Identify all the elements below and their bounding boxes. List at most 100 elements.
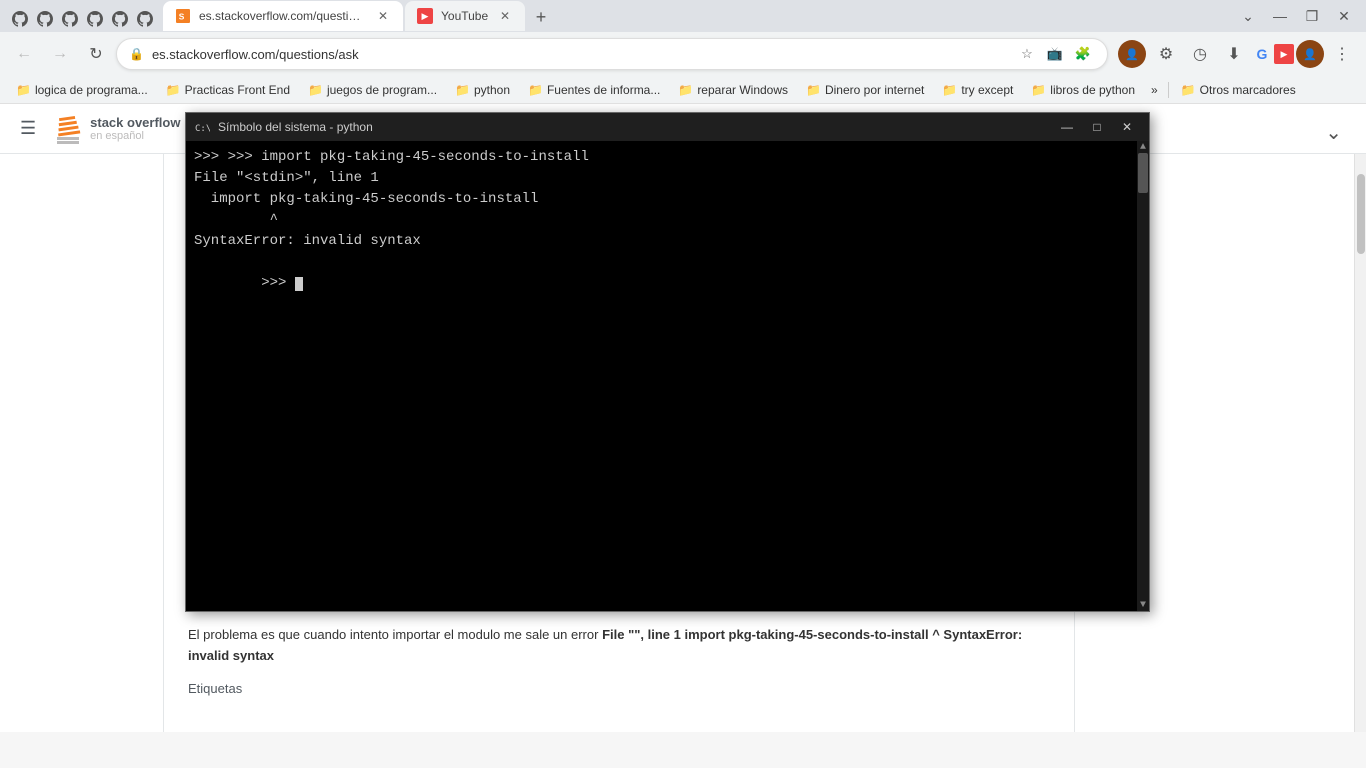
so-logo-text: stack overflow en español: [90, 115, 180, 142]
cmd-prompt-line[interactable]: >>>: [194, 252, 1141, 315]
tab-icon-4[interactable]: [83, 7, 107, 31]
cmd-line-4: ^: [194, 210, 1141, 231]
tab-icon-3[interactable]: [58, 7, 82, 31]
address-input-wrapper[interactable]: 🔒 es.stackoverflow.com/questions/ask ☆ 📺…: [116, 38, 1108, 70]
cmd-title-text: Símbolo del sistema - python: [218, 120, 1045, 134]
bookmark-practicas-label: Practicas Front End: [185, 83, 290, 97]
cmd-scrollbar[interactable]: ▲ ▼: [1137, 141, 1149, 611]
cmd-minimize-button[interactable]: —: [1053, 117, 1081, 137]
refresh-button[interactable]: ↻: [80, 38, 112, 70]
active-tab-close-button[interactable]: ✕: [375, 8, 391, 24]
downloads-button[interactable]: ⬇: [1218, 38, 1250, 70]
bookmark-fuentes[interactable]: 📁 Fuentes de informa...: [520, 81, 668, 99]
cmd-cursor: [295, 277, 303, 291]
youtube-tab-icon: ▶: [417, 8, 433, 24]
cmd-maximize-button[interactable]: □: [1083, 117, 1111, 137]
bookmark-folder-icon-3: 📁: [308, 83, 323, 97]
chrome-user-avatar[interactable]: 👤: [1296, 40, 1324, 68]
bookmarks-more-button[interactable]: »: [1145, 81, 1164, 99]
bookmark-reparar-label: reparar Windows: [697, 83, 788, 97]
extensions-button[interactable]: ⚙: [1150, 38, 1182, 70]
bookmark-juegos-label: juegos de program...: [327, 83, 437, 97]
bookmark-folder-icon-2: 📁: [166, 83, 181, 97]
bookmark-folder-icon-7: 📁: [806, 83, 821, 97]
so-scrollbar[interactable]: [1354, 154, 1366, 732]
forward-button[interactable]: →: [44, 38, 76, 70]
minimize-button[interactable]: —: [1266, 2, 1294, 30]
cmd-line-5: SyntaxError: invalid syntax: [194, 231, 1141, 252]
cmd-body: >>> >>> import pkg-taking-45-seconds-to-…: [186, 141, 1149, 611]
cmd-scroll-track: [1137, 153, 1149, 599]
bookmark-tryexcept-label: try except: [961, 83, 1013, 97]
tab-icon-2[interactable]: [33, 7, 57, 31]
address-text: es.stackoverflow.com/questions/ask: [152, 47, 1007, 62]
cmd-scroll-down-button[interactable]: ▼: [1137, 599, 1149, 611]
menu-button[interactable]: ⋮: [1326, 38, 1358, 70]
so-etiquetas-label: Etiquetas: [188, 681, 242, 696]
cmd-close-button[interactable]: ✕: [1113, 117, 1141, 137]
close-window-button[interactable]: ✕: [1330, 2, 1358, 30]
tab-icon-6[interactable]: [133, 7, 157, 31]
bookmark-folder-icon-8: 📁: [942, 83, 957, 97]
back-button[interactable]: ←: [8, 38, 40, 70]
youtube-tab-close-button[interactable]: ✕: [497, 8, 513, 24]
svg-text:S: S: [179, 12, 185, 22]
tab-so-icon: S: [175, 8, 191, 24]
bookmark-practicas[interactable]: 📁 Practicas Front End: [158, 81, 298, 99]
bookmark-logica-label: logica de programa...: [35, 83, 148, 97]
so-scroll-thumb[interactable]: [1357, 174, 1365, 254]
bookmark-libros[interactable]: 📁 libros de python: [1023, 81, 1143, 99]
bookmark-reparar[interactable]: 📁 reparar Windows: [670, 81, 796, 99]
tab-down-button[interactable]: ⌄: [1234, 2, 1262, 30]
cast-button[interactable]: 📺: [1043, 42, 1067, 66]
bookmark-otros[interactable]: 📁 Otros marcadores: [1173, 81, 1304, 99]
restore-button[interactable]: ❐: [1298, 2, 1326, 30]
bookmark-folder-icon-6: 📁: [678, 83, 693, 97]
address-icons: ☆ 📺 🧩: [1015, 42, 1095, 66]
so-menu-button[interactable]: ☰: [16, 114, 40, 143]
browser-title-bar: S es.stackoverflow.com/questions/ask ✕ ▶…: [0, 0, 1366, 32]
bookmark-fuentes-label: Fuentes de informa...: [547, 83, 660, 97]
tab-icon-1[interactable]: [8, 7, 32, 31]
bookmark-otros-icon: 📁: [1181, 83, 1196, 97]
bookmark-folder-icon-9: 📁: [1031, 83, 1046, 97]
cmd-scroll-thumb[interactable]: [1138, 153, 1148, 193]
user-avatar: 👤: [1118, 40, 1146, 68]
bookmark-tryexcept[interactable]: 📁 try except: [934, 81, 1021, 99]
bookmark-dinero[interactable]: 📁 Dinero por internet: [798, 81, 932, 99]
youtube-tab[interactable]: ▶ YouTube ✕: [405, 1, 525, 31]
page-content: ☰ stack overflow en español: [0, 104, 1366, 732]
bookmark-juegos[interactable]: 📁 juegos de program...: [300, 81, 445, 99]
browser-toolbar-right: 👤 ⚙ ◷ ⬇ G ▶ 👤 ⋮: [1116, 38, 1358, 70]
bookmarks-bar: 📁 logica de programa... 📁 Practicas Fron…: [0, 76, 1366, 104]
so-sidebar: [0, 154, 164, 732]
profile-button[interactable]: 👤: [1116, 38, 1148, 70]
bookmark-python[interactable]: 📁 python: [447, 81, 518, 99]
bookmark-python-label: python: [474, 83, 510, 97]
cmd-scroll-up-button[interactable]: ▲: [1137, 141, 1149, 153]
history-button[interactable]: ◷: [1184, 38, 1216, 70]
svg-text:C:\: C:\: [195, 124, 210, 134]
extension-button[interactable]: 🧩: [1071, 42, 1095, 66]
cmd-line-1-text: >>> import pkg-taking-45-seconds-to-inst…: [228, 149, 589, 165]
so-logo[interactable]: stack overflow en español: [52, 110, 180, 147]
cmd-window: C:\ Símbolo del sistema - python — □ ✕ >…: [185, 112, 1150, 612]
bookmark-folder-icon-4: 📁: [455, 83, 470, 97]
so-tags-section: Etiquetas: [188, 679, 1050, 700]
bookmark-logica[interactable]: 📁 logica de programa...: [8, 81, 156, 99]
new-tab-button[interactable]: +: [527, 3, 555, 31]
window-controls: ⌄ — ❐ ✕: [1234, 2, 1358, 30]
cmd-prompt: >>>: [261, 275, 295, 291]
bookmark-dinero-label: Dinero por internet: [825, 83, 924, 97]
google-favicon: G: [1252, 44, 1272, 64]
bookmark-libros-label: libros de python: [1050, 83, 1135, 97]
active-tab[interactable]: S es.stackoverflow.com/questions/ask ✕: [163, 1, 403, 31]
cmd-title-bar: C:\ Símbolo del sistema - python — □ ✕: [186, 113, 1149, 141]
so-logo-icon: [52, 110, 84, 147]
bookmark-this-button[interactable]: ☆: [1015, 42, 1039, 66]
so-problem-desc: El problema es que cuando intento import…: [188, 627, 598, 642]
tab-icon-5[interactable]: [108, 7, 132, 31]
bookmarks-separator: [1168, 82, 1169, 98]
cmd-line-1: >>> >>> import pkg-taking-45-seconds-to-…: [194, 147, 1141, 168]
so-bottom-text: El problema es que cuando intento import…: [188, 625, 1050, 667]
